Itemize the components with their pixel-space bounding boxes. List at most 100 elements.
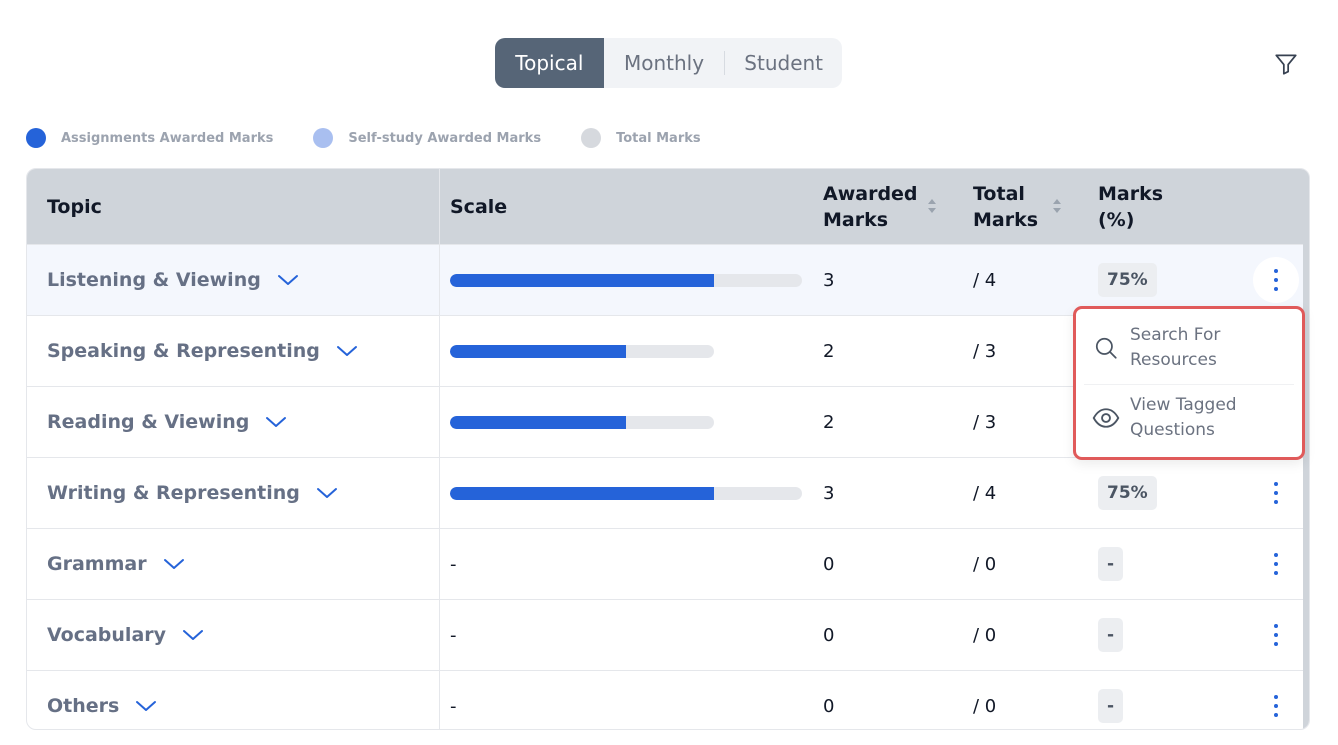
row-menu-cell [1253,245,1299,315]
chevron-down-icon[interactable] [336,344,358,358]
scale-cell: - [450,671,457,729]
header-awarded-marks[interactable]: Awarded Marks [823,169,918,244]
topic-label: Others [47,695,120,717]
legend-dot [313,128,334,148]
percent-badge: - [1098,618,1124,652]
chevron-down-icon[interactable] [277,273,299,287]
more-options-button[interactable] [1253,683,1299,729]
percent-cell: 75% [1098,458,1157,528]
more-options-button[interactable] [1253,541,1299,587]
option-label-line1: Search For [1130,325,1221,345]
scale-cell [450,316,714,386]
legend-item-self-study: Self-study Awarded Marks [313,128,541,148]
progress-fill [450,486,714,500]
kebab-icon [1274,553,1278,575]
view-tagged-questions-option[interactable]: View Tagged Questions [1076,391,1302,445]
percent-badge: - [1098,547,1124,581]
kebab-icon [1274,269,1278,291]
header-pct-line1: Marks [1098,182,1164,205]
topic-label: Writing & Representing [47,482,300,504]
table-row: Grammar - 0 / 0 - [27,528,1309,599]
scale-cell: - [450,600,457,670]
more-options-button[interactable] [1253,612,1299,658]
total-marks-value: / 3 [973,411,997,433]
scale-value: - [450,695,457,717]
topic-label: Reading & Viewing [47,411,250,433]
filter-button[interactable] [1270,48,1302,80]
sort-icon[interactable] [926,196,938,216]
header-total-marks[interactable]: Total Marks [973,169,1038,244]
legend-dot [26,128,46,148]
tab-topical[interactable]: Topical [495,38,604,88]
topic-cell: Others [47,671,157,729]
tab-monthly[interactable]: Monthly [604,38,725,88]
topic-label: Speaking & Representing [47,340,320,362]
progress-bar [450,344,714,358]
topic-cell: Vocabulary [47,600,204,670]
eye-icon [1092,404,1120,432]
row-actions-menu: Search For Resources View Tagged Questio… [1073,306,1305,460]
topic-label: Grammar [47,553,147,575]
scale-cell [450,458,802,528]
awarded-marks-value: 0 [823,553,835,575]
topic-label: Vocabulary [47,624,167,646]
table-row: Writing & Representing 3 / 4 75% [27,457,1309,528]
row-menu-cell [1253,458,1299,528]
option-label-line2: Resources [1130,350,1217,370]
chevron-down-icon[interactable] [265,415,287,429]
menu-divider [1084,384,1294,385]
header-scale: Scale [450,195,508,218]
header-topic: Topic [47,195,102,218]
awarded-marks-value: 2 [823,411,835,433]
total-marks-value: / 4 [973,269,997,291]
progress-bar [450,415,714,429]
chevron-down-icon[interactable] [163,557,185,571]
chevron-down-icon[interactable] [316,486,338,500]
legend-item-total: Total Marks [581,128,701,148]
awarded-marks-value: 0 [823,624,835,646]
progress-fill [450,273,714,287]
progress-fill [450,415,627,429]
kebab-icon [1274,482,1278,504]
search-icon [1092,334,1120,362]
more-options-button[interactable] [1253,257,1299,303]
filter-icon [1275,54,1297,75]
progress-bar [450,486,802,500]
legend-label: Self-study Awarded Marks [348,130,542,146]
percent-badge: 75% [1098,263,1157,297]
total-marks-value: / 0 [973,553,997,575]
chevron-down-icon[interactable] [182,628,204,642]
chevron-down-icon[interactable] [135,699,157,713]
scale-value: - [450,624,457,646]
progress-bar [450,273,802,287]
percent-cell: - [1098,529,1124,599]
total-marks-value: / 0 [973,624,997,646]
legend-item-assignments: Assignments Awarded Marks [26,128,273,148]
sort-icon[interactable] [1051,196,1063,216]
scale-cell [450,387,714,457]
table-row: Vocabulary - 0 / 0 - [27,599,1309,670]
header-pct-line2: (%) [1098,208,1135,231]
topic-cell: Grammar [47,529,185,599]
scale-cell: - [450,529,457,599]
awarded-marks-value: 3 [823,269,835,291]
search-resources-option[interactable]: Search For Resources [1076,321,1302,375]
awarded-marks-value: 3 [823,482,835,504]
topic-cell: Speaking & Representing [47,316,358,386]
option-label-line2: Questions [1130,420,1215,440]
legend-label: Assignments Awarded Marks [61,130,274,146]
topic-cell: Listening & Viewing [47,245,299,315]
tab-student[interactable]: Student [725,38,842,88]
percent-cell: - [1098,600,1124,670]
option-label-line1: View Tagged [1130,395,1237,415]
legend-label: Total Marks [616,130,701,146]
more-options-button[interactable] [1253,470,1299,516]
header-total-line2: Marks [973,208,1039,231]
scale-cell [450,245,802,315]
total-marks-value: / 3 [973,340,997,362]
total-marks-value: / 4 [973,482,997,504]
table-row: Others - 0 / 0 - [27,670,1309,729]
awarded-marks-value: 0 [823,695,835,717]
header-marks-percent: Marks (%) [1098,169,1163,244]
progress-fill [450,344,627,358]
